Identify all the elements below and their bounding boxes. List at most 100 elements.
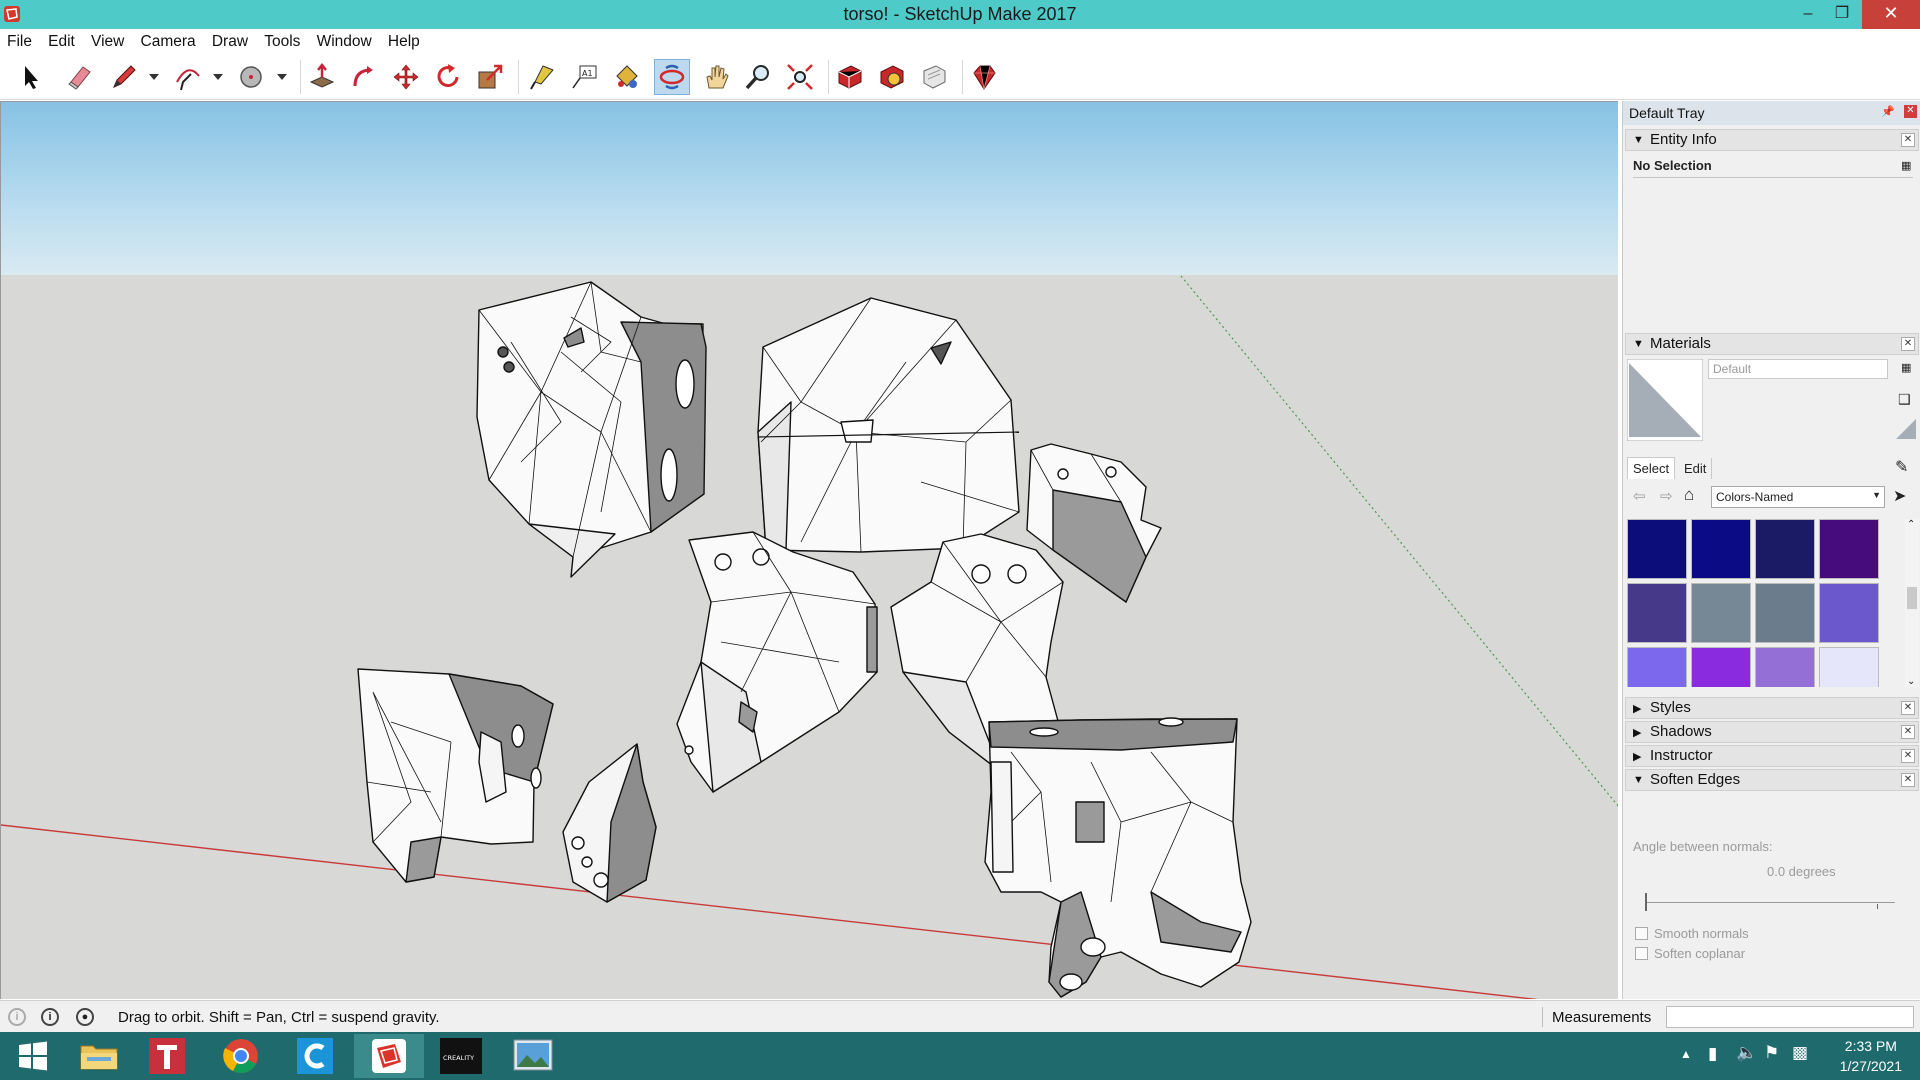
mesh-part-diamond[interactable]: [562, 743, 657, 903]
details-arrow-icon[interactable]: ➤: [1893, 486, 1906, 506]
line-tool-button[interactable]: [106, 59, 142, 95]
cura-button[interactable]: [282, 1034, 348, 1078]
maximize-button[interactable]: ❐: [1820, 0, 1864, 29]
material-swatch[interactable]: [1755, 647, 1815, 687]
tray-close-icon[interactable]: ✕: [1904, 105, 1917, 118]
model-scene[interactable]: [1, 102, 1618, 999]
mesh-part-top-center[interactable]: [757, 297, 1020, 553]
action-center-flag-icon[interactable]: ⚑: [1764, 1043, 1779, 1063]
paint-cube-icon[interactable]: ❑: [1898, 391, 1911, 408]
materials-tab-select[interactable]: Select: [1627, 457, 1676, 479]
entity-info-header[interactable]: ▼ Entity Info ✕: [1625, 129, 1919, 151]
shadows-header[interactable]: ▶ Shadows ✕: [1625, 721, 1919, 743]
arc-tool-button[interactable]: [170, 59, 206, 95]
volume-icon[interactable]: 🔈: [1736, 1043, 1757, 1063]
shapes-tool-dropdown-arrow[interactable]: [277, 74, 287, 80]
material-swatch[interactable]: [1819, 519, 1879, 579]
text-tool-button[interactable]: A1: [566, 59, 602, 95]
zoom-extents-tool-button[interactable]: [782, 59, 818, 95]
typora-button[interactable]: [134, 1034, 200, 1078]
sample-material-icon[interactable]: [1894, 417, 1918, 441]
angle-slider-thumb[interactable]: [1645, 893, 1647, 911]
creality-button[interactable]: CREALITY: [426, 1034, 496, 1078]
menu-view[interactable]: View: [85, 29, 130, 51]
extension-manager-button[interactable]: [966, 59, 1002, 95]
home-icon[interactable]: ⌂: [1684, 485, 1694, 505]
material-library-select[interactable]: Colors-Named ▼: [1711, 486, 1885, 508]
move-tool-button[interactable]: [388, 59, 424, 95]
soften-edges-header[interactable]: ▼ Soften Edges ✕: [1625, 769, 1919, 791]
material-swatch[interactable]: [1819, 583, 1879, 643]
3d-warehouse-button[interactable]: [832, 59, 868, 95]
entity-info-details-icon[interactable]: ▦: [1901, 159, 1913, 175]
soften-coplanar-checkbox[interactable]: [1635, 947, 1648, 960]
panel-close-icon[interactable]: ✕: [1901, 749, 1915, 763]
materials-header[interactable]: ▼ Materials ✕: [1625, 333, 1919, 355]
scroll-up-icon[interactable]: ⌃: [1907, 519, 1915, 530]
menu-camera[interactable]: Camera: [135, 29, 202, 51]
material-swatch[interactable]: [1755, 583, 1815, 643]
smooth-normals-checkbox[interactable]: [1635, 927, 1648, 940]
sketchup-taskbar-button[interactable]: [354, 1034, 424, 1078]
paint-bucket-tool-button[interactable]: [608, 59, 644, 95]
mesh-part-bottom-right[interactable]: [984, 717, 1252, 998]
eyedropper-icon[interactable]: ✎: [1895, 457, 1908, 477]
panel-close-icon[interactable]: ✕: [1901, 133, 1915, 147]
menu-tools[interactable]: Tools: [258, 29, 306, 51]
scroll-thumb[interactable]: [1907, 587, 1917, 609]
push-pull-tool-button[interactable]: [304, 59, 340, 95]
material-swatch[interactable]: [1627, 583, 1687, 643]
mesh-part-bottom-left[interactable]: [357, 668, 554, 883]
pin-icon[interactable]: 📌: [1881, 105, 1895, 118]
user-account-icon[interactable]: ●: [76, 1008, 94, 1026]
pan-tool-button[interactable]: [698, 59, 734, 95]
materials-tab-edit[interactable]: Edit: [1679, 458, 1713, 479]
material-swatch[interactable]: [1691, 519, 1751, 579]
rotate-tool-button[interactable]: [430, 59, 466, 95]
panel-close-icon[interactable]: ✕: [1901, 337, 1915, 351]
system-clock[interactable]: 2:33 PM 1/27/2021: [1840, 1036, 1902, 1076]
mesh-part-center-left[interactable]: [676, 531, 878, 793]
scale-tool-button[interactable]: [472, 59, 508, 95]
styles-header[interactable]: ▶ Styles ✕: [1625, 697, 1919, 719]
zoom-tool-button[interactable]: [740, 59, 776, 95]
measurements-input[interactable]: [1666, 1006, 1914, 1028]
geolocation-icon[interactable]: i: [8, 1008, 26, 1026]
tape-measure-tool-button[interactable]: [524, 59, 560, 95]
show-hidden-icons-chevron[interactable]: ▲: [1680, 1047, 1692, 1061]
panel-close-icon[interactable]: ✕: [1901, 725, 1915, 739]
shapes-tool-button[interactable]: [234, 59, 270, 95]
material-name-field[interactable]: Default: [1708, 359, 1888, 379]
menu-edit[interactable]: Edit: [42, 29, 81, 51]
create-material-icon[interactable]: ▦: [1901, 361, 1911, 374]
select-tool-button[interactable]: [12, 59, 48, 95]
chrome-button[interactable]: [208, 1034, 274, 1078]
material-swatch[interactable]: [1819, 647, 1879, 687]
close-button[interactable]: ✕: [1862, 0, 1920, 29]
credits-icon[interactable]: i: [41, 1008, 59, 1026]
material-swatch[interactable]: [1627, 519, 1687, 579]
menu-window[interactable]: Window: [311, 29, 378, 51]
forward-arrow-icon[interactable]: ⇨: [1660, 487, 1673, 505]
network-signal-icon[interactable]: ▩: [1792, 1043, 1808, 1063]
material-swatch[interactable]: [1627, 647, 1687, 687]
back-arrow-icon[interactable]: ⇦: [1633, 487, 1646, 505]
orbit-tool-button[interactable]: [654, 59, 690, 95]
eraser-tool-button[interactable]: [62, 59, 98, 95]
drawing-viewport[interactable]: [0, 101, 1618, 999]
battery-icon[interactable]: ▮: [1708, 1044, 1717, 1064]
mesh-part-top-left[interactable]: [476, 281, 707, 578]
material-swatch[interactable]: [1755, 519, 1815, 579]
file-explorer-button[interactable]: [66, 1034, 132, 1078]
menu-help[interactable]: Help: [382, 29, 426, 51]
photos-button[interactable]: [498, 1034, 568, 1078]
arc-tool-dropdown-arrow[interactable]: [213, 74, 223, 80]
line-tool-dropdown-arrow[interactable]: [149, 74, 159, 80]
panel-close-icon[interactable]: ✕: [1901, 773, 1915, 787]
angle-slider-track[interactable]: [1645, 902, 1895, 903]
extension-warehouse-button[interactable]: [874, 59, 910, 95]
send-to-layout-button[interactable]: [916, 59, 952, 95]
swatch-scrollbar[interactable]: ⌃ ⌄: [1905, 519, 1919, 687]
panel-close-icon[interactable]: ✕: [1901, 701, 1915, 715]
follow-me-tool-button[interactable]: [346, 59, 382, 95]
